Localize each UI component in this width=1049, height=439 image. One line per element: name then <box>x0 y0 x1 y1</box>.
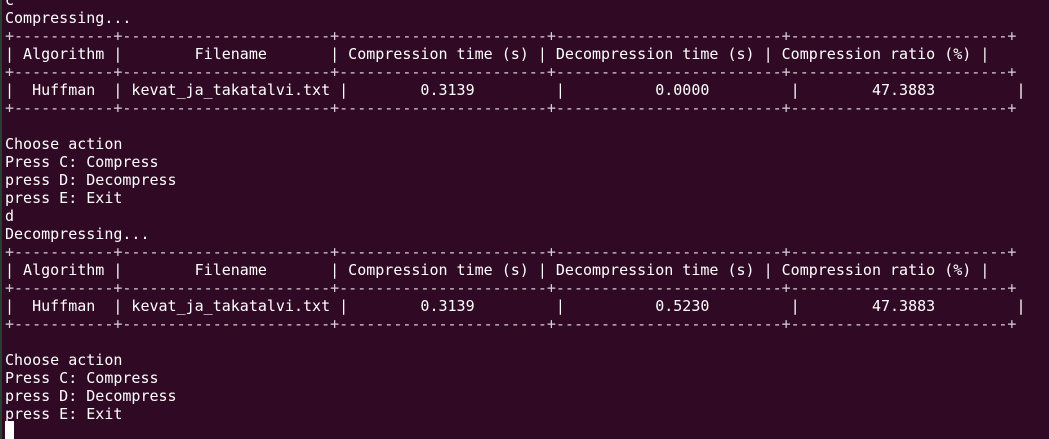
table-2-data-row: | Huffman | kevat_ja_takatalvi.txt | 0.3… <box>5 297 1026 315</box>
menu-option-compress-2: Press C: Compress <box>5 369 159 387</box>
terminal-window[interactable]: c Compressing... +-----------+----------… <box>0 0 1049 439</box>
menu-option-compress-1: Press C: Compress <box>5 153 159 171</box>
table-1-top-border: +-----------+-----------------------+---… <box>5 27 1017 45</box>
table-1-mid-border: +-----------+-----------------------+---… <box>5 63 1017 81</box>
menu-option-decompress-2: press D: Decompress <box>5 387 177 405</box>
terminal-line-decompressing: Decompressing... <box>5 225 150 243</box>
menu-option-exit-1: press E: Exit <box>5 189 123 207</box>
choose-action-title-2: Choose action <box>5 351 123 369</box>
table-1-bottom-border: +-----------+-----------------------+---… <box>5 99 1017 117</box>
menu-option-decompress-1: press D: Decompress <box>5 171 177 189</box>
terminal-line-compressing: Compressing... <box>5 9 132 27</box>
left-edge-marks <box>0 0 2 439</box>
table-2-top-border: +-----------+-----------------------+---… <box>5 243 1017 261</box>
table-2-mid-border: +-----------+-----------------------+---… <box>5 279 1017 297</box>
menu-option-exit-2: press E: Exit <box>5 405 123 423</box>
terminal-cursor[interactable] <box>5 421 14 439</box>
choose-action-title-1: Choose action <box>5 135 123 153</box>
table-2-header-row: | Algorithm | Filename | Compression tim… <box>5 261 990 279</box>
terminal-line-input-c: c <box>5 0 15 9</box>
table-1-data-row: | Huffman | kevat_ja_takatalvi.txt | 0.3… <box>5 81 1026 99</box>
table-2-bottom-border: +-----------+-----------------------+---… <box>5 315 1017 333</box>
table-1-header-row: | Algorithm | Filename | Compression tim… <box>5 45 990 63</box>
terminal-line-input-d: d <box>5 207 15 225</box>
